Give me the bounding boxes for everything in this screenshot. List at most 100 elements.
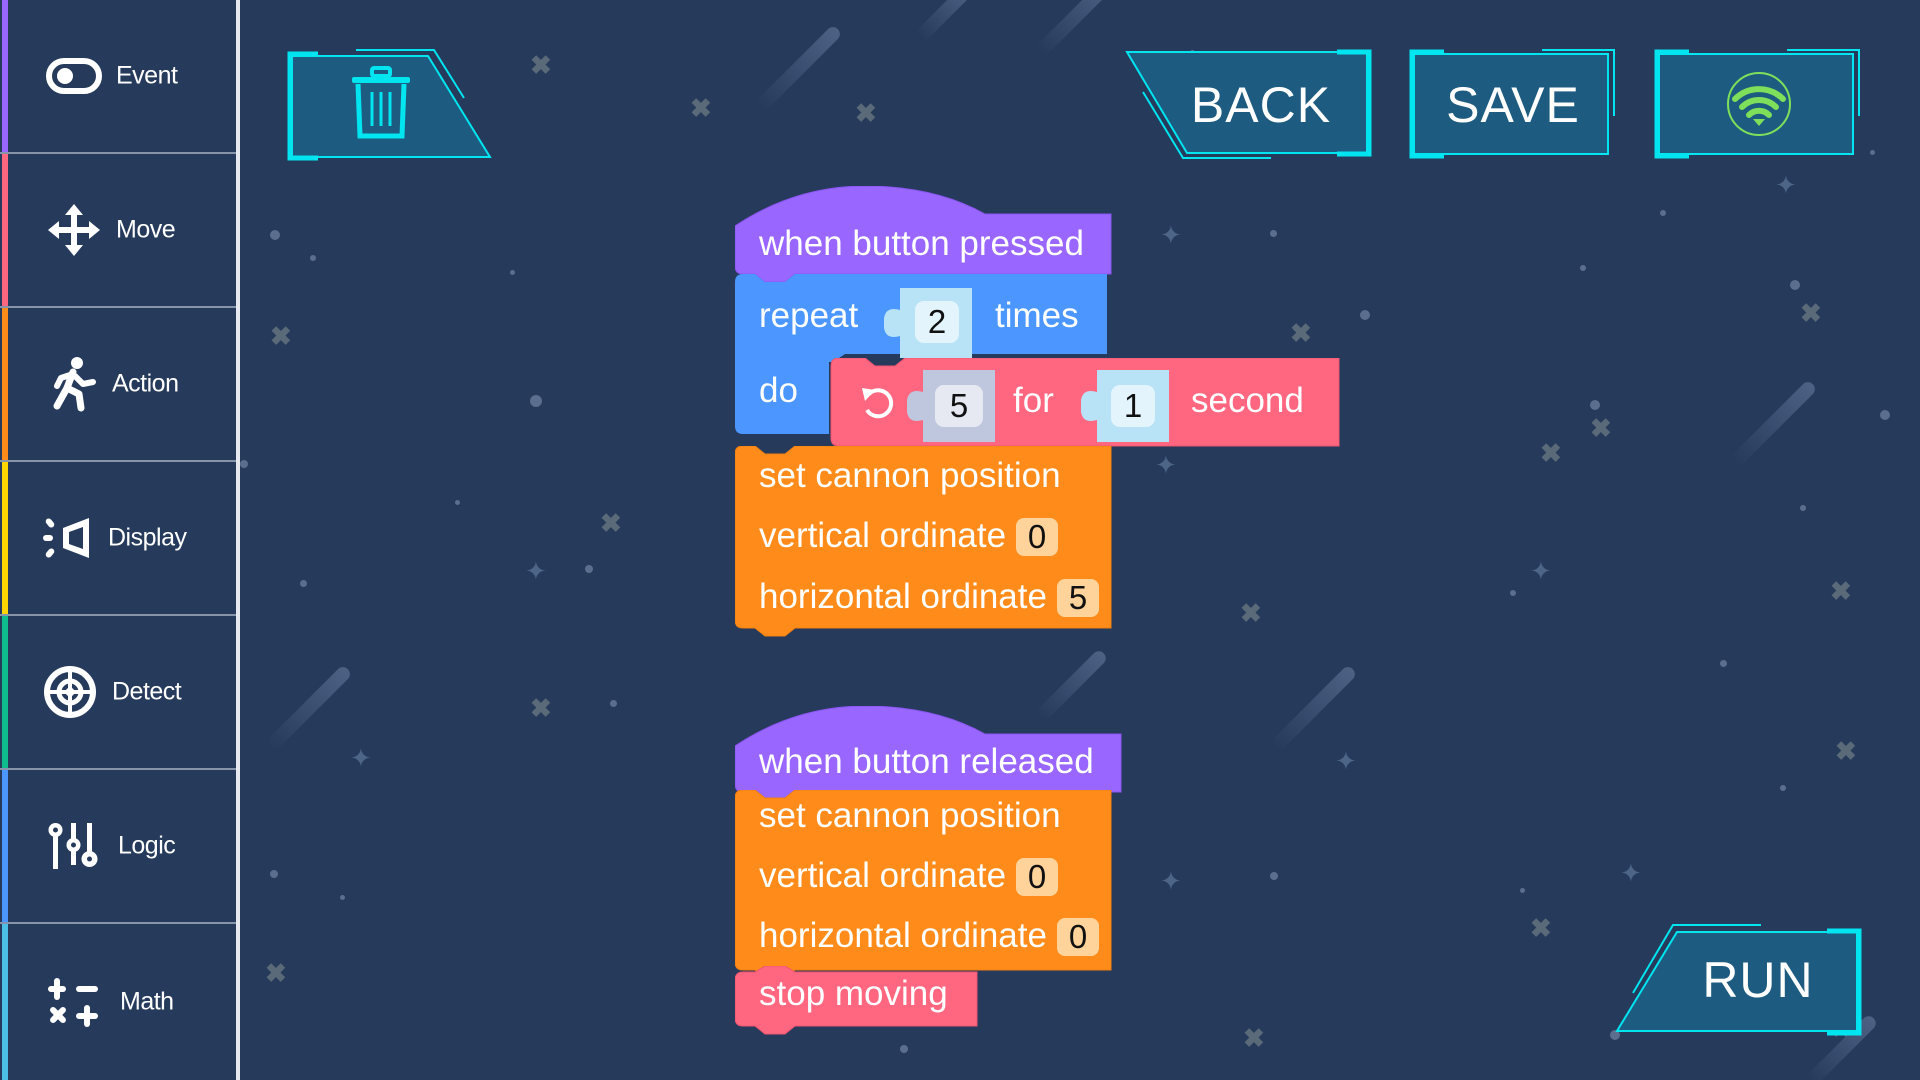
vertical-input[interactable]: 0 — [1016, 858, 1058, 896]
back-button[interactable]: BACK — [1125, 49, 1372, 160]
toggle-icon — [46, 48, 102, 104]
category-label: Math — [120, 987, 174, 1016]
repeat-count-input[interactable]: 2 — [915, 301, 959, 343]
hat-label: when button released — [759, 742, 1094, 781]
trash-icon — [352, 66, 410, 139]
shooting-star-streak — [755, 24, 843, 112]
stop-moving-label: stop moving — [759, 974, 948, 1013]
sparkle-cross: ✖ — [600, 508, 622, 538]
star-dot — [300, 580, 307, 587]
sparkle-star: ✦ — [350, 743, 372, 773]
star-dot — [1590, 400, 1600, 410]
sparkle-star: ✦ — [1775, 170, 1797, 200]
star-dot — [1360, 310, 1370, 320]
sparkle-star: ✦ — [1530, 556, 1552, 586]
star-dot — [1270, 872, 1278, 880]
star-dot — [585, 565, 593, 573]
sparkle-star: ✦ — [1335, 746, 1357, 776]
category-label: Move — [116, 215, 176, 244]
rotate-icon — [862, 388, 894, 419]
star-dot — [1510, 590, 1516, 596]
sparkle-cross: ✖ — [530, 50, 552, 80]
shooting-star-streak — [1730, 379, 1818, 467]
save-label: SAVE — [1446, 77, 1580, 133]
category-action[interactable]: Action — [0, 308, 236, 462]
star-dot — [1270, 230, 1277, 237]
shooting-star-streak — [265, 664, 353, 752]
star-dot — [1660, 210, 1666, 216]
star-dot — [510, 270, 515, 275]
category-color-bar — [2, 154, 8, 306]
duration-input[interactable]: 1 — [1111, 385, 1155, 427]
star-dot — [1720, 660, 1727, 667]
star-dot — [455, 500, 460, 505]
category-label: Logic — [118, 831, 176, 860]
back-label: BACK — [1190, 77, 1332, 133]
category-move[interactable]: Move — [0, 154, 236, 308]
for-label: for — [1013, 381, 1054, 420]
sparkle-cross: ✖ — [1290, 318, 1312, 348]
star-dot — [900, 1045, 908, 1053]
category-logic[interactable]: Logic — [0, 770, 236, 924]
set-position-label: set cannon position — [759, 456, 1061, 495]
category-label: Action — [112, 369, 179, 398]
wifi-icon — [1727, 72, 1791, 136]
script-workspace[interactable]: ✖✖✖✖✖✖✖✖✖✖✖✖✖✖✖✖✖✦✦✦✦✦✦✦✦✦ BACK — [240, 0, 1920, 1080]
sparkle-star: ✦ — [1160, 866, 1182, 896]
star-dot — [1800, 505, 1806, 511]
category-detect[interactable]: Detect — [0, 616, 236, 770]
sparkle-cross: ✖ — [1830, 576, 1852, 606]
run-button[interactable]: RUN — [1615, 924, 1862, 1036]
category-sidebar: Event Move Action Display Detect Logic M… — [0, 0, 240, 1080]
category-display[interactable]: Display — [0, 462, 236, 616]
sparkle-cross: ✖ — [1530, 913, 1552, 943]
sparkle-cross: ✖ — [1590, 413, 1612, 443]
vertical-label: vertical ordinate — [759, 516, 1007, 555]
horizontal-input[interactable]: 5 — [1057, 579, 1099, 617]
star-dot — [1520, 888, 1525, 893]
category-math[interactable]: Math — [0, 924, 236, 1080]
star-dot — [610, 700, 617, 707]
category-color-bar — [2, 0, 8, 152]
category-color-bar — [2, 308, 8, 460]
category-color-bar — [2, 770, 8, 922]
move-arrows-icon — [46, 202, 102, 258]
repeat-suffix: times — [995, 296, 1079, 335]
category-event[interactable]: Event — [0, 0, 236, 154]
star-dot — [1880, 410, 1890, 420]
star-dot — [270, 870, 278, 878]
sparkle-cross: ✖ — [1240, 598, 1262, 628]
unit-label: second — [1191, 381, 1304, 420]
sparkle-star: ✦ — [1160, 220, 1182, 250]
speed-input[interactable]: 5 — [935, 385, 983, 427]
running-person-icon — [46, 356, 102, 412]
math-operators-icon — [46, 974, 102, 1030]
trash-button[interactable] — [287, 49, 492, 161]
horizontal-label: horizontal ordinate — [759, 577, 1047, 616]
save-button[interactable]: SAVE — [1409, 49, 1616, 160]
run-label: RUN — [1702, 952, 1814, 1008]
sparkle-cross: ✖ — [855, 98, 877, 128]
do-label: do — [759, 371, 798, 410]
star-dot — [340, 895, 345, 900]
category-color-bar — [2, 462, 8, 614]
horizontal-label: horizontal ordinate — [759, 916, 1047, 955]
connection-button[interactable] — [1654, 49, 1861, 160]
set-position-label: set cannon position — [759, 796, 1061, 835]
category-label: Event — [116, 61, 178, 90]
shooting-star-streak — [1035, 0, 1116, 57]
star-dot — [1870, 150, 1875, 155]
speaker-icon — [40, 510, 96, 566]
horizontal-input[interactable]: 0 — [1057, 918, 1099, 956]
sparkle-cross: ✖ — [1243, 1023, 1265, 1053]
vertical-label: vertical ordinate — [759, 856, 1007, 895]
star-dot — [1790, 280, 1800, 290]
vertical-input[interactable]: 0 — [1016, 518, 1058, 556]
star-dot — [240, 460, 248, 468]
shooting-star-streak — [915, 0, 975, 42]
repeat-label: repeat — [759, 296, 859, 335]
sparkle-star: ✦ — [525, 556, 547, 586]
hat-label: when button pressed — [759, 224, 1084, 263]
star-dot — [270, 230, 280, 240]
star-dot — [1580, 265, 1586, 271]
